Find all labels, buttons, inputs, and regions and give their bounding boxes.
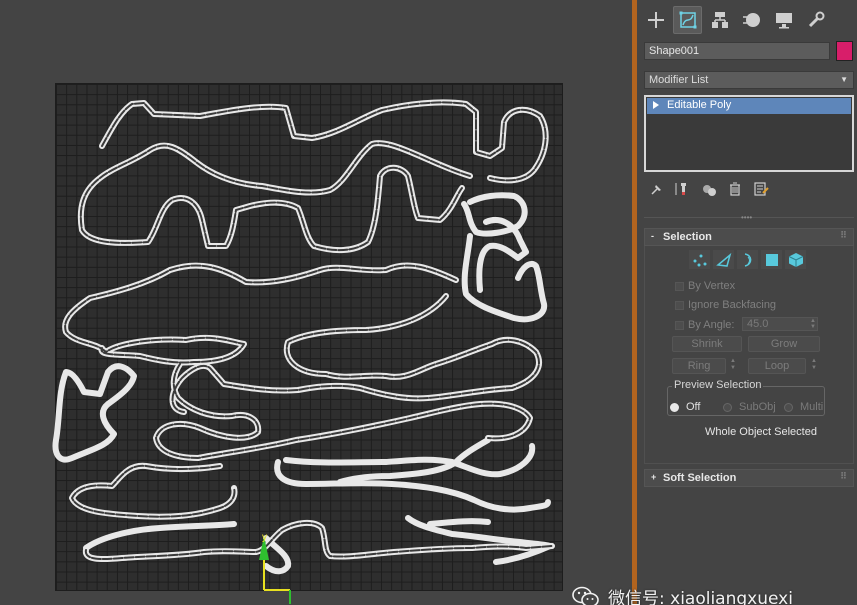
vertex-button[interactable]	[689, 250, 710, 269]
stack-toolbar	[649, 181, 769, 197]
motion-tab[interactable]	[737, 6, 766, 34]
shrink-button[interactable]: Shrink	[672, 336, 742, 352]
by-vertex-checkbox[interactable]	[675, 281, 684, 291]
soft-selection-rollout-title: Soft Selection	[663, 472, 737, 484]
create-icon	[647, 12, 664, 28]
command-panel-tabs	[641, 6, 830, 34]
sub-object-buttons	[689, 250, 806, 269]
chevron-down-icon: ▼	[840, 75, 848, 84]
preview-off-radio[interactable]: Off	[670, 401, 700, 413]
collapse-sign: -	[651, 231, 654, 241]
preview-subobj-label: SubObj	[739, 401, 776, 413]
utilities-icon	[808, 11, 824, 28]
object-color-swatch[interactable]	[836, 41, 853, 61]
element-icon	[788, 252, 803, 267]
rollout-drag-icon[interactable]: ⠿	[840, 230, 847, 241]
modifier-stack[interactable]: Editable Poly	[644, 95, 854, 172]
expand-sign: +	[651, 472, 657, 482]
preview-subobj-radio[interactable]: SubObj	[723, 401, 776, 413]
preview-multi-label: Multi	[800, 401, 824, 413]
polygon-icon	[765, 253, 778, 266]
by-vertex-label: By Vertex	[688, 280, 736, 292]
display-icon	[775, 13, 792, 29]
watermark-text: 微信号: xiaoliangxuexi	[608, 589, 793, 605]
gizmo-y-label: y	[262, 532, 267, 543]
selection-rollout-header[interactable]: - Selection ⠿	[644, 228, 854, 246]
watermark: 微信号: xiaoliangxuexi	[572, 584, 793, 605]
polygon-button[interactable]	[761, 250, 782, 269]
selection-status: Whole Object Selected	[705, 426, 817, 438]
modifier-list-dropdown[interactable]: Modifier List ▼	[644, 71, 854, 89]
perspective-viewport[interactable]: y	[0, 0, 632, 605]
ring-button[interactable]: Ring	[672, 358, 726, 374]
object-name-field[interactable]	[644, 42, 830, 60]
modify-icon	[679, 11, 696, 29]
by-vertex-option[interactable]: By Vertex	[675, 280, 735, 292]
utilities-tab[interactable]	[801, 6, 830, 34]
preview-selection-label: Preview Selection	[672, 379, 764, 391]
hierarchy-tab[interactable]	[705, 6, 734, 34]
ring-spinner-icon[interactable]: ▲ ▼	[728, 358, 738, 374]
create-tab[interactable]	[641, 6, 670, 34]
selection-rollout-title: Selection	[663, 231, 712, 243]
wechat-logo-icon	[572, 586, 599, 605]
loop-spinner-icon[interactable]: ▲ ▼	[809, 358, 819, 374]
modifier-list-label: Modifier List	[649, 74, 709, 86]
by-angle-checkbox[interactable]	[675, 320, 684, 330]
selection-rollout-body: By Vertex Ignore Backfacing By Angle: 45…	[644, 246, 854, 464]
command-panel: Modifier List ▼ Editable Poly •••• - Sel…	[637, 0, 857, 605]
motion-icon	[742, 13, 760, 27]
show-end-result-icon[interactable]	[675, 181, 691, 197]
stack-item-label: Editable Poly	[667, 99, 732, 111]
by-angle-label: By Angle:	[688, 319, 735, 331]
edge-icon	[715, 252, 731, 267]
panel-grip[interactable]: ••••	[741, 214, 755, 222]
stack-item-editable-poly[interactable]: Editable Poly	[647, 98, 851, 114]
angle-value: 45.0	[747, 318, 769, 330]
loop-button[interactable]: Loop	[748, 358, 806, 374]
ignore-backfacing-option[interactable]: Ignore Backfacing	[675, 299, 776, 311]
radio-dot	[670, 402, 679, 412]
radio-dot	[723, 402, 732, 412]
ignore-backfacing-label: Ignore Backfacing	[688, 299, 777, 311]
radio-dot	[784, 402, 793, 412]
modify-tab[interactable]	[673, 6, 702, 34]
make-unique-icon[interactable]	[701, 181, 717, 197]
border-icon	[744, 252, 751, 267]
trash-icon[interactable]	[727, 181, 743, 197]
preview-off-label: Off	[686, 401, 701, 413]
angle-spinner[interactable]: 45.0 ▲ ▼	[742, 317, 818, 331]
pin-stack-icon[interactable]	[649, 181, 665, 197]
vertex-icon	[693, 254, 706, 266]
border-button[interactable]	[737, 250, 758, 269]
grow-button[interactable]: Grow	[748, 336, 820, 352]
configure-modifier-sets-icon[interactable]	[753, 181, 769, 197]
rollout-drag-icon[interactable]: ⠿	[840, 471, 847, 482]
edge-button[interactable]	[713, 250, 734, 269]
preview-multi-radio[interactable]: Multi	[784, 401, 823, 413]
by-angle-option[interactable]: By Angle:	[675, 319, 734, 331]
expand-triangle-icon[interactable]	[653, 101, 659, 109]
element-button[interactable]	[785, 250, 806, 269]
spinner-arrows-icon[interactable]: ▲ ▼	[810, 318, 816, 330]
ignore-backfacing-checkbox[interactable]	[675, 300, 684, 310]
soft-selection-rollout-header[interactable]: + Soft Selection ⠿	[644, 469, 854, 487]
display-tab[interactable]	[769, 6, 798, 34]
spline-shape[interactable]: y	[0, 0, 632, 605]
hierarchy-icon	[711, 12, 728, 28]
